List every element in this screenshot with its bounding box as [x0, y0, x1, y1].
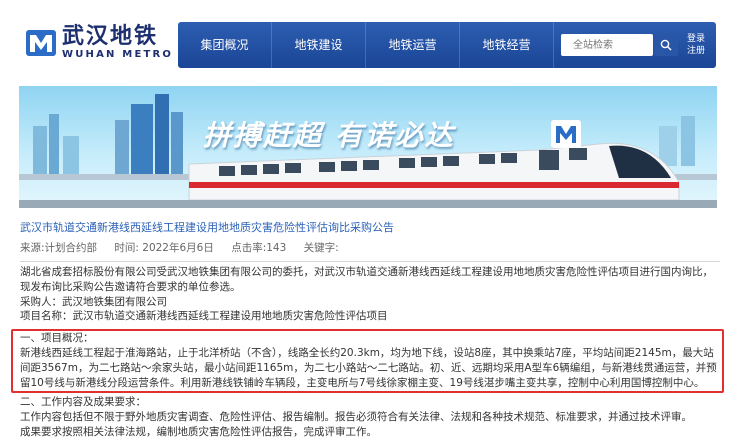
- section-project-overview: 一、项目概况： 新港线西延线工程起于淮海路站，止于北洋桥站（不含），线路全长约2…: [20, 331, 720, 391]
- login-link[interactable]: 登录: [684, 33, 708, 45]
- metro-logo-icon: [26, 30, 56, 56]
- article-intro: 湖北省成套招标股份有限公司受武汉地铁集团有限公司的委托，对武汉市轨道交通新港线西…: [20, 266, 713, 293]
- meta-clicks: 点击率:143: [231, 242, 287, 254]
- hero-banner: 拼搏赶超 有诺必达: [19, 86, 717, 208]
- article-title: 武汉市轨道交通新港线西延线工程建设用地地质灾害危险性评估询比采购公告: [20, 221, 394, 234]
- register-link[interactable]: 注册: [684, 45, 708, 57]
- banner-slogan: 拼搏赶超 有诺必达: [203, 119, 455, 152]
- purchaser-line: 采购人：武汉地铁集团有限公司: [20, 296, 167, 308]
- nav-item-metro-construction[interactable]: 地铁建设: [272, 22, 366, 68]
- section-work-content: 二、工作内容及成果要求： 工作内容包括但不限于野外地质灾害调查、危险性评估、报告…: [20, 395, 720, 440]
- meta-source: 来源:计划合约部: [20, 242, 98, 254]
- main-nav: 集团概况 地铁建设 地铁运营 地铁经营 登录 注册: [178, 22, 716, 68]
- section-heading: 二、工作内容及成果要求：: [20, 396, 146, 408]
- project-name-line: 项目名称：武汉市轨道交通新港线西延线工程建设用地地质灾害危险性评估项目: [20, 310, 388, 322]
- site-logo[interactable]: 武汉地铁 WUHAN METRO: [26, 26, 173, 60]
- meta-time: 时间: 2022年6月6日: [114, 242, 214, 254]
- site-header: 武汉地铁 WUHAN METRO 集团概况 地铁建设 地铁运营 地铁经营 登录 …: [0, 0, 740, 82]
- meta-keywords: 关键字:: [303, 242, 339, 254]
- nav-item-group-overview[interactable]: 集团概况: [178, 22, 272, 68]
- section-paragraph: 工作内容包括但不限于野外地质灾害调查、危险性评估、报告编制。报告必须符合有关法律…: [20, 411, 692, 423]
- section-paragraph: 新港线西延线工程起于淮海路站，止于北洋桥站（不含），线路全长约20.3km，均为…: [20, 347, 717, 389]
- auth-links: 登录 注册: [684, 33, 708, 57]
- logo-subtitle: WUHAN METRO: [62, 49, 174, 60]
- search-button[interactable]: [654, 34, 678, 56]
- nav-item-metro-operation[interactable]: 地铁运营: [366, 22, 460, 68]
- section-paragraph: 成果要求按照相关法律法规，编制地质灾害危险性评估报告，完成评审工作。: [20, 426, 377, 438]
- logo-title: 武汉地铁: [62, 24, 159, 49]
- section-heading: 一、项目概况：: [20, 332, 94, 344]
- search-input[interactable]: [561, 34, 653, 56]
- nav-item-metro-business[interactable]: 地铁经营: [460, 22, 554, 68]
- metro-badge-icon: [551, 120, 581, 148]
- search-icon: [660, 39, 672, 51]
- article-meta: 来源:计划合约部 时间: 2022年6月6日 点击率:143 关键字:: [20, 240, 720, 262]
